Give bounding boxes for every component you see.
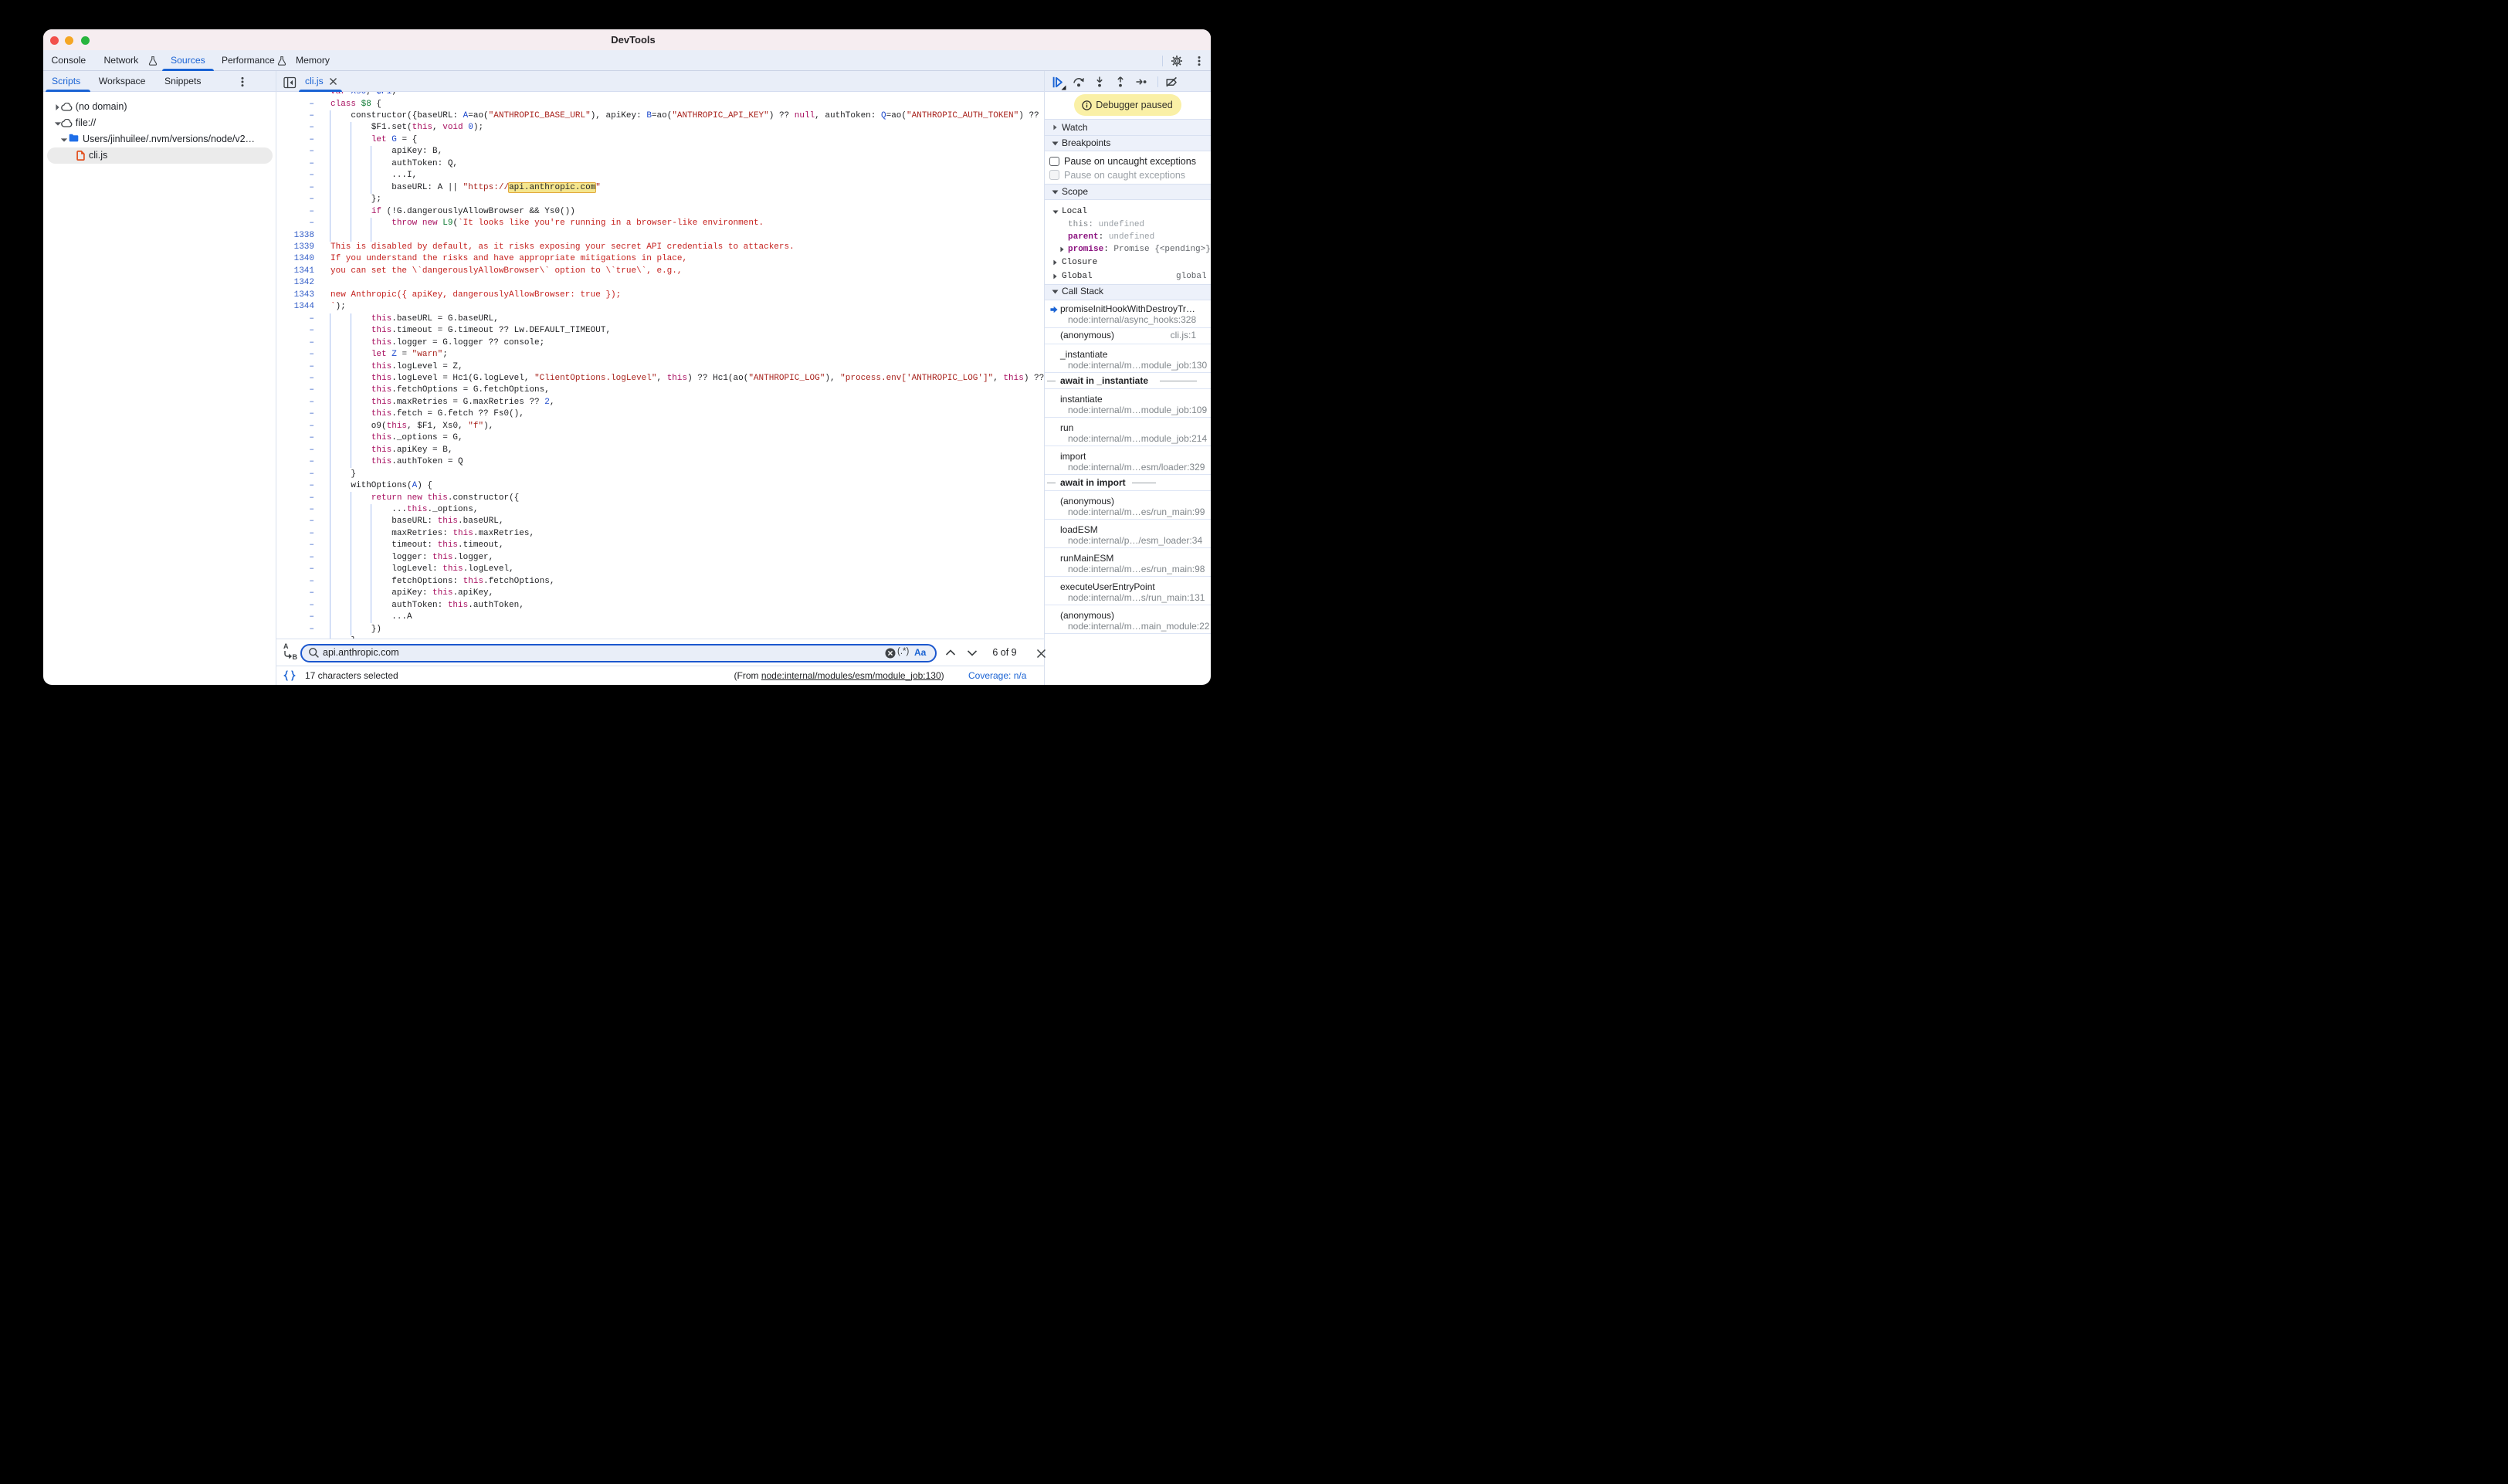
svg-text:B: B: [293, 653, 298, 660]
